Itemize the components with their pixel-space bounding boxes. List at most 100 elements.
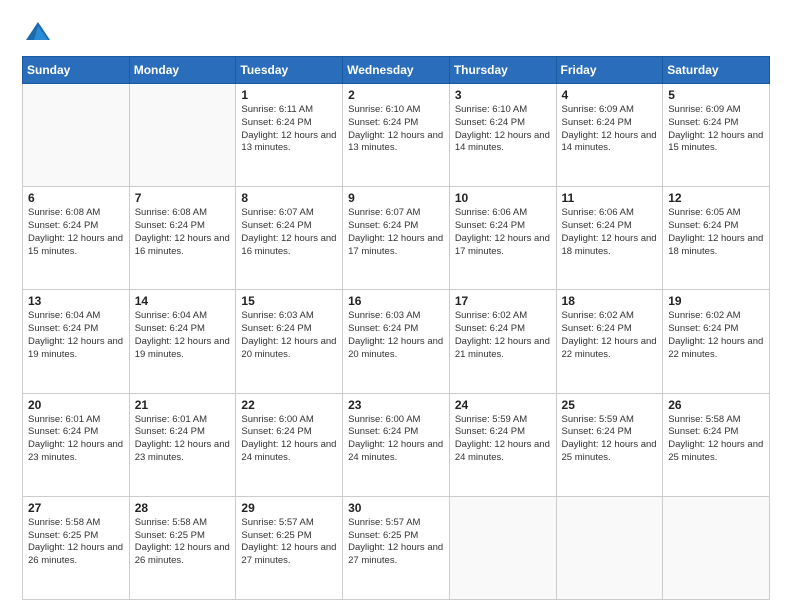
day-number: 6: [28, 191, 124, 205]
cell-daylight: Daylight: 12 hours and 16 minutes.: [135, 233, 230, 257]
cell-sunrise: Sunrise: 6:07 AM: [348, 207, 420, 218]
cell-sunset: Sunset: 6:24 PM: [348, 426, 418, 437]
cell-sunrise: Sunrise: 5:58 AM: [668, 414, 740, 425]
cell-sunrise: Sunrise: 6:02 AM: [455, 310, 527, 321]
calendar-cell: 22Sunrise: 6:00 AMSunset: 6:24 PMDayligh…: [236, 393, 343, 496]
cell-daylight: Daylight: 12 hours and 21 minutes.: [455, 336, 550, 360]
calendar-cell: [556, 496, 663, 599]
cell-sunrise: Sunrise: 6:06 AM: [562, 207, 634, 218]
cell-sunrise: Sunrise: 6:00 AM: [348, 414, 420, 425]
cell-sunset: Sunset: 6:24 PM: [455, 220, 525, 231]
cell-daylight: Daylight: 12 hours and 19 minutes.: [28, 336, 123, 360]
cell-sunrise: Sunrise: 5:58 AM: [28, 517, 100, 528]
cell-sunrise: Sunrise: 6:01 AM: [135, 414, 207, 425]
calendar-cell: 12 Sunrise: 6:05 AM Sunset: 6:24 PM Dayligh…: [663, 187, 770, 290]
cell-daylight: Daylight: 12 hours and 22 minutes.: [562, 336, 657, 360]
day-number: 24: [455, 398, 551, 412]
cell-sunset: Sunset: 6:24 PM: [668, 117, 738, 128]
cell-sunrise: Sunrise: 6:10 AM: [348, 104, 420, 115]
day-number: 1: [241, 88, 337, 102]
calendar-cell: [129, 84, 236, 187]
cell-sunset: Sunset: 6:24 PM: [668, 323, 738, 334]
day-number: 27: [28, 501, 124, 515]
cell-sunrise: Sunrise: 6:01 AM: [28, 414, 100, 425]
calendar-cell: 5Sunrise: 6:09 AMSunset: 6:24 PMDaylight…: [663, 84, 770, 187]
calendar-header-row: SundayMondayTuesdayWednesdayThursdayFrid…: [23, 57, 770, 84]
day-number: 16: [348, 294, 444, 308]
weekday-header: Saturday: [663, 57, 770, 84]
cell-daylight: Daylight: 12 hours and 14 minutes.: [455, 130, 550, 154]
cell-daylight: Daylight: 12 hours and 24 minutes.: [241, 439, 336, 463]
day-number: 8: [241, 191, 337, 205]
calendar-cell: 24Sunrise: 5:59 AMSunset: 6:24 PMDayligh…: [449, 393, 556, 496]
cell-daylight: Daylight: 12 hours and 13 minutes.: [241, 130, 336, 154]
calendar-cell: 21Sunrise: 6:01 AMSunset: 6:24 PMDayligh…: [129, 393, 236, 496]
cell-sunrise: Sunrise: 6:06 AM: [455, 207, 527, 218]
logo: [22, 18, 56, 46]
cell-sunset: Sunset: 6:25 PM: [241, 530, 311, 541]
day-number: 9: [348, 191, 444, 205]
cell-sunrise: Sunrise: 6:03 AM: [241, 310, 313, 321]
cell-sunset: Sunset: 6:24 PM: [455, 426, 525, 437]
cell-sunrise: Sunrise: 6:02 AM: [562, 310, 634, 321]
cell-sunrise: Sunrise: 6:09 AM: [668, 104, 740, 115]
calendar-cell: [449, 496, 556, 599]
cell-sunset: Sunset: 6:25 PM: [28, 530, 98, 541]
cell-daylight: Daylight: 12 hours and 16 minutes.: [241, 233, 336, 257]
header: [22, 18, 770, 46]
cell-daylight: Daylight: 12 hours and 24 minutes.: [455, 439, 550, 463]
calendar-cell: 20Sunrise: 6:01 AMSunset: 6:24 PMDayligh…: [23, 393, 130, 496]
cell-sunset: Sunset: 6:24 PM: [562, 426, 632, 437]
day-number: 11: [562, 191, 658, 205]
day-number: 7: [135, 191, 231, 205]
day-number: 29: [241, 501, 337, 515]
day-number: 2: [348, 88, 444, 102]
cell-daylight: Daylight: 12 hours and 20 minutes.: [241, 336, 336, 360]
cell-daylight: Daylight: 12 hours and 19 minutes.: [135, 336, 230, 360]
cell-daylight: Daylight: 12 hours and 22 minutes.: [668, 336, 763, 360]
cell-sunrise: Sunrise: 6:07 AM: [241, 207, 313, 218]
cell-sunset: Sunset: 6:25 PM: [348, 530, 418, 541]
calendar-cell: 23Sunrise: 6:00 AMSunset: 6:24 PMDayligh…: [343, 393, 450, 496]
cell-sunset: Sunset: 6:24 PM: [455, 323, 525, 334]
cell-sunset: Sunset: 6:24 PM: [348, 220, 418, 231]
cell-daylight: Daylight: 12 hours and 15 minutes.: [28, 233, 123, 257]
cell-sunrise: Sunrise: 6:04 AM: [28, 310, 100, 321]
cell-sunset: Sunset: 6:24 PM: [562, 117, 632, 128]
calendar-week-row: 6Sunrise: 6:08 AMSunset: 6:24 PMDaylight…: [23, 187, 770, 290]
day-number: 12: [668, 191, 764, 205]
day-number: 15: [241, 294, 337, 308]
cell-sunrise: Sunrise: 5:58 AM: [135, 517, 207, 528]
calendar-week-row: 1Sunrise: 6:11 AMSunset: 6:24 PMDaylight…: [23, 84, 770, 187]
day-number: 21: [135, 398, 231, 412]
calendar-cell: 19Sunrise: 6:02 AMSunset: 6:24 PMDayligh…: [663, 290, 770, 393]
calendar-cell: [23, 84, 130, 187]
cell-sunset: Sunset: 6:24 PM: [28, 220, 98, 231]
cell-daylight: Daylight: 12 hours and 23 minutes.: [135, 439, 230, 463]
cell-sunrise: Sunrise: 6:05 AM: [668, 207, 740, 218]
cell-sunrise: Sunrise: 6:00 AM: [241, 414, 313, 425]
day-number: 14: [135, 294, 231, 308]
cell-daylight: Daylight: 12 hours and 13 minutes.: [348, 130, 443, 154]
calendar-cell: 25Sunrise: 5:59 AMSunset: 6:24 PMDayligh…: [556, 393, 663, 496]
cell-sunset: Sunset: 6:24 PM: [241, 220, 311, 231]
cell-daylight: Daylight: 12 hours and 17 minutes.: [348, 233, 443, 257]
cell-daylight: Daylight: 12 hours and 23 minutes.: [28, 439, 123, 463]
cell-sunset: Sunset: 6:24 PM: [668, 220, 738, 231]
cell-daylight: Daylight: 12 hours and 25 minutes.: [668, 439, 763, 463]
page: SundayMondayTuesdayWednesdayThursdayFrid…: [0, 0, 792, 612]
cell-daylight: Daylight: 12 hours and 20 minutes.: [348, 336, 443, 360]
day-number: 17: [455, 294, 551, 308]
cell-daylight: Daylight: 12 hours and 26 minutes.: [135, 542, 230, 566]
cell-daylight: Daylight: 12 hours and 25 minutes.: [562, 439, 657, 463]
cell-sunrise: Sunrise: 6:02 AM: [668, 310, 740, 321]
cell-sunrise: Sunrise: 6:04 AM: [135, 310, 207, 321]
calendar-cell: 1Sunrise: 6:11 AMSunset: 6:24 PMDaylight…: [236, 84, 343, 187]
cell-sunset: Sunset: 6:24 PM: [348, 323, 418, 334]
cell-sunset: Sunset: 6:24 PM: [241, 117, 311, 128]
weekday-header: Monday: [129, 57, 236, 84]
cell-sunset: Sunset: 6:24 PM: [28, 323, 98, 334]
weekday-header: Friday: [556, 57, 663, 84]
cell-sunset: Sunset: 6:24 PM: [28, 426, 98, 437]
cell-daylight: Daylight: 12 hours and 18 minutes.: [668, 233, 763, 257]
